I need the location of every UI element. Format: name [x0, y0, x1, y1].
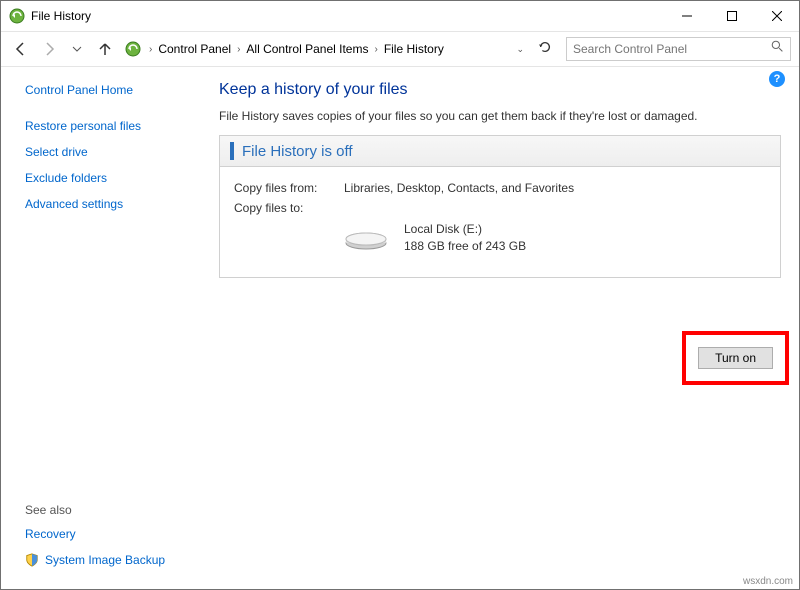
page-description: File History saves copies of your files …	[219, 109, 781, 123]
highlight-box: Turn on	[682, 331, 789, 385]
search-input[interactable]	[573, 42, 771, 56]
window-title: File History	[31, 9, 664, 23]
sidebar-item-advanced-settings[interactable]: Advanced settings	[25, 197, 191, 211]
maximize-button[interactable]	[709, 1, 754, 31]
body: ? Control Panel Home Restore personal fi…	[1, 67, 799, 589]
navbar: › Control Panel › All Control Panel Item…	[1, 31, 799, 67]
main-content: Keep a history of your files File Histor…	[201, 67, 799, 589]
chevron-right-icon[interactable]: ›	[370, 44, 381, 55]
search-box[interactable]	[566, 37, 791, 61]
drive-free-space: 188 GB free of 243 GB	[404, 238, 526, 255]
watermark: wsxdn.com	[743, 576, 793, 587]
shield-icon	[25, 553, 39, 567]
minimize-button[interactable]	[664, 1, 709, 31]
window-buttons	[664, 1, 799, 31]
chevron-right-icon[interactable]: ›	[233, 44, 244, 55]
panel-body: Copy files from: Libraries, Desktop, Con…	[220, 167, 780, 277]
address-dropdown[interactable]: ⌄	[512, 44, 528, 55]
sidebar-item-label: System Image Backup	[45, 553, 165, 567]
copy-from-label: Copy files from:	[234, 181, 344, 195]
copy-to-label: Copy files to:	[234, 201, 344, 215]
breadcrumb[interactable]: All Control Panel Items	[244, 40, 370, 58]
breadcrumb[interactable]: Control Panel	[156, 40, 233, 58]
sidebar: Control Panel Home Restore personal file…	[1, 67, 201, 589]
up-button[interactable]	[93, 37, 117, 61]
control-panel-home-link[interactable]: Control Panel Home	[25, 83, 191, 97]
file-history-panel: File History is off Copy files from: Lib…	[219, 135, 781, 278]
panel-header: File History is off	[220, 136, 780, 167]
address-icon	[125, 41, 141, 57]
sidebar-item-select-drive[interactable]: Select drive	[25, 145, 191, 159]
recent-dropdown[interactable]	[65, 37, 89, 61]
status-text: File History is off	[242, 143, 353, 160]
back-button[interactable]	[9, 37, 33, 61]
breadcrumb[interactable]: File History	[382, 40, 446, 58]
app-icon	[9, 8, 25, 24]
turn-on-button[interactable]: Turn on	[698, 347, 773, 369]
sidebar-item-recovery[interactable]: Recovery	[25, 527, 191, 541]
sidebar-item-exclude-folders[interactable]: Exclude folders	[25, 171, 191, 185]
sidebar-item-system-image-backup[interactable]: System Image Backup	[25, 553, 191, 567]
address-bar[interactable]: › Control Panel › All Control Panel Item…	[121, 37, 558, 61]
see-also-label: See also	[25, 503, 191, 517]
titlebar: File History	[1, 1, 799, 31]
accent-bar	[230, 142, 234, 160]
chevron-right-icon[interactable]: ›	[145, 44, 156, 55]
page-title: Keep a history of your files	[219, 81, 781, 99]
close-button[interactable]	[754, 1, 799, 31]
search-icon[interactable]	[771, 40, 784, 58]
drive-name: Local Disk (E:)	[404, 221, 526, 238]
sidebar-item-restore[interactable]: Restore personal files	[25, 119, 191, 133]
refresh-button[interactable]	[532, 40, 558, 59]
copy-from-value: Libraries, Desktop, Contacts, and Favori…	[344, 181, 574, 195]
drive-icon	[344, 225, 388, 251]
forward-button[interactable]	[37, 37, 61, 61]
